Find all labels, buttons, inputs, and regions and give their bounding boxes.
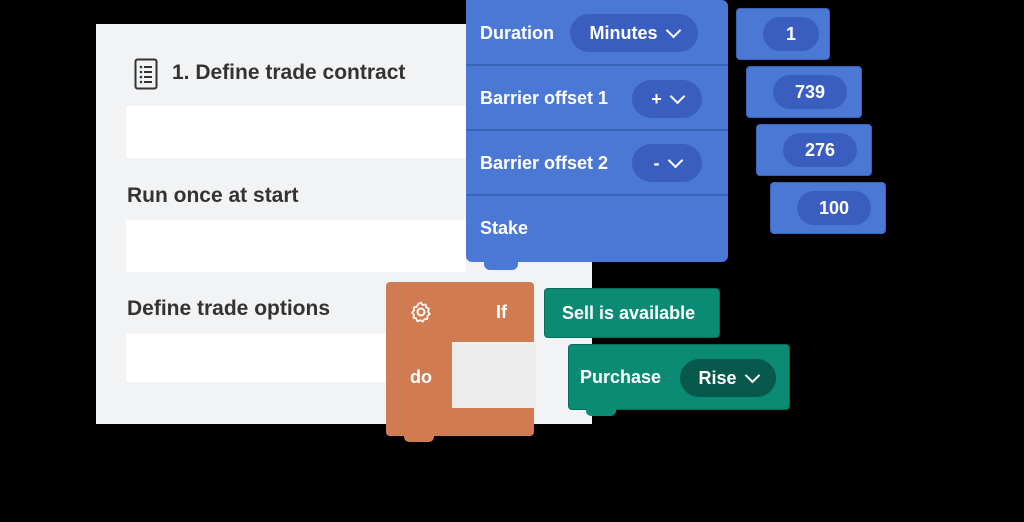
sell-available-condition-block[interactable]: Sell is available <box>544 288 720 338</box>
stake-value: 100 <box>818 197 850 218</box>
chevron-down-icon <box>669 88 686 104</box>
if-block-bottom-notch <box>404 434 434 442</box>
chevron-down-icon <box>744 367 760 383</box>
if-label: If <box>496 302 507 322</box>
purchase-label: Purchase <box>580 367 662 387</box>
chevron-down-icon <box>665 22 681 38</box>
barrier-offset-2-sign: - <box>653 152 660 173</box>
barrier-offset-1-value-field[interactable]: 739 <box>773 75 847 109</box>
barrier-offset-1-label: Barrier offset 1 <box>480 88 609 108</box>
barrier-offset-1-sign-dropdown[interactable]: + <box>632 80 702 118</box>
run-once-heading: Run once at start <box>127 184 299 207</box>
duration-value-field[interactable]: 1 <box>763 17 819 51</box>
barrier-offset-2-sign-dropdown[interactable]: - <box>632 144 702 182</box>
define-options-slot[interactable] <box>126 334 426 382</box>
do-statement-slot[interactable] <box>452 344 536 408</box>
stake-label: Stake <box>480 218 529 238</box>
stack-bottom-notch <box>484 260 518 270</box>
duration-value: 1 <box>785 23 796 44</box>
barrier-offset-1-sign: + <box>651 88 662 109</box>
barrier-offset-2-value-field[interactable]: 276 <box>783 133 857 167</box>
do-label: do <box>410 367 432 387</box>
purchase-bottom-notch <box>586 408 616 416</box>
block-separator <box>466 64 728 66</box>
purchase-option-value: Rise <box>698 367 737 388</box>
trade-contract-slot[interactable] <box>126 106 466 158</box>
run-once-slot[interactable] <box>126 220 466 272</box>
barrier-offset-2-value: 276 <box>804 139 836 160</box>
duration-unit-dropdown[interactable]: Minutes <box>570 14 698 52</box>
barrier-offset-1-value: 739 <box>794 81 826 102</box>
block-separator <box>466 129 728 131</box>
duration-value-block[interactable]: 1 <box>736 8 830 60</box>
stake-value-field[interactable]: 100 <box>797 191 871 225</box>
purchase-option-dropdown[interactable]: Rise <box>680 359 776 397</box>
barrier-offset-1-value-block[interactable]: 739 <box>746 66 862 118</box>
gear-icon[interactable] <box>409 300 433 324</box>
barrier-offset-2-label: Barrier offset 2 <box>480 153 609 173</box>
duration-label: Duration <box>480 23 554 43</box>
duration-unit-value: Minutes <box>589 22 658 43</box>
block-separator <box>466 194 728 196</box>
document-list-icon <box>134 58 158 90</box>
barrier-offset-2-value-block[interactable]: 276 <box>756 124 872 176</box>
stake-value-block[interactable]: 100 <box>770 182 886 234</box>
condition-label: Sell is available <box>562 303 696 323</box>
if-block-bottom <box>386 408 534 436</box>
chevron-down-icon <box>667 152 683 168</box>
panel-title: 1. Define trade contract <box>172 61 406 84</box>
purchase-block[interactable]: Purchase Rise <box>568 344 790 410</box>
define-options-heading: Define trade options <box>127 297 331 320</box>
